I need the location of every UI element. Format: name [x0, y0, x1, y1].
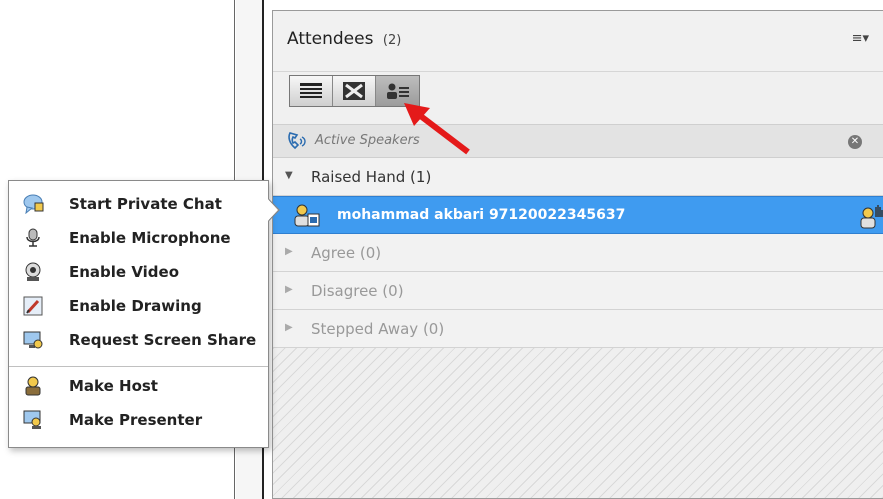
menu-item-enable-drawing[interactable]: Enable Drawing: [9, 289, 268, 323]
group-stepped-away[interactable]: ▶ Stepped Away (0): [273, 310, 883, 348]
webcam-icon: [23, 262, 43, 282]
microphone-icon: [23, 228, 43, 248]
pod-title: Attendees (2): [287, 29, 401, 49]
group-label: Disagree (0): [311, 282, 404, 300]
empty-list-area: [273, 348, 883, 498]
menu-item-label: Request Screen Share: [69, 331, 257, 349]
host-icon: [23, 376, 43, 396]
annotation-arrow-icon: [404, 103, 470, 155]
raised-hand-icon: [858, 203, 883, 233]
menu-item-make-host[interactable]: Make Host: [9, 369, 268, 403]
menu-item-label: Enable Video: [69, 263, 180, 281]
menu-item-label: Make Host: [69, 377, 158, 395]
group-raised-hand[interactable]: ▼ Raised Hand (1): [273, 158, 883, 196]
list-view-button[interactable]: [290, 76, 333, 106]
attendee-count: (2): [382, 33, 402, 48]
chevron-down-icon: ▼: [285, 170, 293, 181]
group-label: Raised Hand (1): [311, 168, 432, 186]
menu-item-enable-microphone[interactable]: Enable Microphone: [9, 221, 268, 255]
pencil-drawing-icon: [23, 296, 43, 316]
pod-title-label: Attendees: [287, 29, 374, 49]
attendee-user-icon: [293, 204, 321, 232]
menu-item-label: Enable Microphone: [69, 229, 231, 247]
attendee-context-menu: Start Private Chat Enable Microphone Ena…: [8, 180, 269, 448]
screen-share-icon: [23, 330, 43, 350]
breakout-view-button[interactable]: [333, 76, 376, 106]
attendees-pod: Attendees (2) ≡▾ Active Speakers ✕ ▼ Rai…: [272, 10, 883, 499]
menu-separator: [9, 366, 268, 367]
group-label: Agree (0): [311, 244, 382, 262]
menu-item-enable-video[interactable]: Enable Video: [9, 255, 268, 289]
phone-speaker-icon: [287, 131, 309, 155]
presenter-icon: [23, 410, 43, 430]
attendee-name: mohammad akbari 97120022345637: [337, 207, 626, 223]
group-label: Stepped Away (0): [311, 320, 445, 338]
list-view-icon: [300, 83, 322, 98]
attendee-row-selected[interactable]: mohammad akbari 97120022345637: [273, 196, 883, 234]
pod-header: Attendees (2) ≡▾: [273, 11, 883, 72]
close-icon[interactable]: ✕: [848, 135, 862, 149]
group-disagree[interactable]: ▶ Disagree (0): [273, 272, 883, 310]
menu-item-make-presenter[interactable]: Make Presenter: [9, 403, 268, 437]
group-agree[interactable]: ▶ Agree (0): [273, 234, 883, 272]
menu-item-label: Make Presenter: [69, 411, 203, 429]
menu-pointer-fill: [266, 197, 278, 223]
menu-item-start-private-chat[interactable]: Start Private Chat: [9, 187, 268, 221]
attendee-status-view-icon: [386, 83, 409, 99]
active-speakers-bar: Active Speakers ✕: [273, 124, 883, 158]
chevron-right-icon: ▶: [285, 246, 293, 257]
chat-bubble-icon: [23, 194, 44, 215]
menu-item-request-screen-share[interactable]: Request Screen Share: [9, 323, 268, 357]
menu-item-label: Start Private Chat: [69, 195, 222, 213]
chevron-right-icon: ▶: [285, 284, 293, 295]
pod-options-menu-icon[interactable]: ≡▾: [852, 31, 869, 46]
breakout-view-icon: [343, 82, 365, 100]
chevron-right-icon: ▶: [285, 322, 293, 333]
menu-item-label: Enable Drawing: [69, 297, 202, 315]
